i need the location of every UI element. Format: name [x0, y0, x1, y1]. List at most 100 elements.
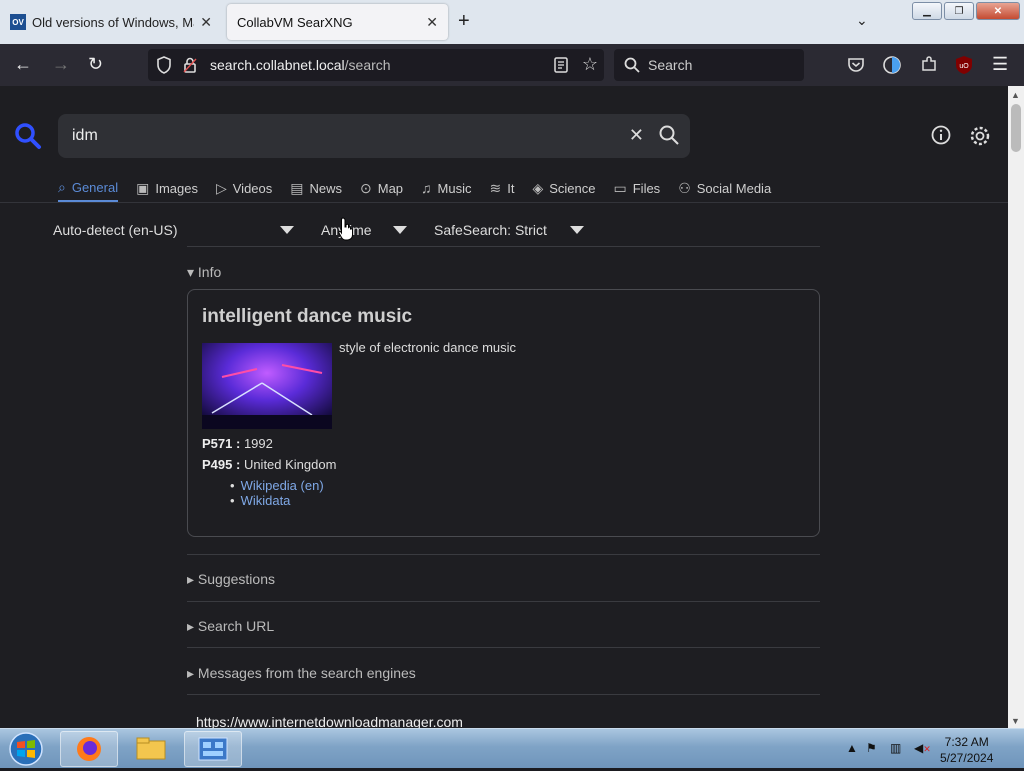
account-icon[interactable] — [882, 55, 902, 75]
category-music[interactable]: ♫ Music — [421, 174, 471, 202]
search-query: idm — [72, 127, 98, 144]
reader-view-icon[interactable] — [554, 57, 568, 73]
triangle-right-icon: ▸ — [187, 571, 198, 587]
layers-icon: ≋ — [489, 179, 502, 196]
scroll-down-icon[interactable]: ▼ — [1011, 716, 1020, 726]
divider — [187, 554, 820, 555]
tab-collabvm-searxng[interactable]: CollabVM SearXNG ✕ — [227, 4, 448, 40]
taskbar-clock[interactable]: 7:32 AM 5/27/2024 — [940, 734, 993, 766]
hand-cursor-icon — [338, 217, 353, 241]
volume-muted-icon[interactable]: ◀✕ — [914, 741, 931, 755]
engine-messages-toggle[interactable]: ▸ Messages from the search engines — [187, 665, 416, 682]
chevron-down-icon[interactable] — [393, 226, 407, 234]
suggestions-toggle[interactable]: ▸ Suggestions — [187, 571, 275, 588]
infobox-property: P495 : United Kingdom — [202, 457, 337, 472]
search-url-toggle[interactable]: ▸ Search URL — [187, 618, 274, 635]
taskbar-firefox[interactable] — [60, 731, 118, 767]
close-window-button[interactable]: ✕ — [976, 2, 1020, 20]
search-icon — [624, 57, 640, 73]
newspaper-icon: ▤ — [290, 179, 304, 196]
folder-icon — [136, 737, 166, 760]
forward-icon[interactable]: → — [52, 54, 70, 75]
bookmark-star-icon[interactable]: ☆ — [582, 54, 598, 75]
search-icon: ⌕ — [58, 178, 66, 195]
search-placeholder: Search — [648, 57, 693, 73]
tab-title: CollabVM SearXNG — [237, 14, 353, 30]
chevron-down-icon[interactable] — [570, 226, 584, 234]
new-tab-icon[interactable]: + — [458, 10, 470, 33]
wikidata-link[interactable]: • Wikidata — [230, 493, 324, 508]
category-images[interactable]: ▣ Images — [136, 174, 198, 202]
network-icon[interactable]: ▥ — [890, 741, 901, 755]
searxng-page: idm ✕ ⌕ General ▣ Images ▷ Videos ▤ News ⊙ Ma… — [0, 86, 1008, 728]
archive-icon: ▭ — [613, 179, 627, 196]
info-icon[interactable] — [931, 125, 951, 145]
people-icon: ⚇ — [678, 179, 691, 196]
shield-icon[interactable] — [156, 56, 172, 74]
start-orb-icon[interactable] — [6, 731, 46, 767]
safesearch-select[interactable]: SafeSearch: Strict — [434, 222, 547, 238]
category-social-media[interactable]: ⚇ Social Media — [678, 174, 771, 202]
wikipedia-link[interactable]: • Wikipedia (en) — [230, 478, 324, 493]
triangle-right-icon: ▸ — [187, 665, 198, 681]
clear-search-icon[interactable]: ✕ — [629, 125, 644, 146]
extensions-puzzle-icon[interactable] — [920, 55, 938, 73]
minimize-button[interactable]: ▁ — [912, 2, 942, 20]
firefox-icon — [77, 737, 101, 761]
infobox-image[interactable] — [202, 343, 332, 429]
show-hidden-icons-icon[interactable]: ▲ — [846, 741, 858, 755]
address-bar[interactable]: search.collabnet.local/search ☆ — [148, 49, 604, 81]
tab-title: Old versions of Windows, Mac — [32, 14, 195, 30]
result-url[interactable]: https://www.internetdownloadmanager.com — [196, 714, 463, 728]
infobox-links: • Wikipedia (en) • Wikidata — [230, 478, 324, 508]
search-input[interactable]: idm ✕ — [58, 114, 690, 158]
tab-strip: OV Old versions of Windows, Mac ✕ Collab… — [0, 0, 1024, 44]
info-section-toggle[interactable]: ▾ Info — [187, 264, 221, 281]
language-select[interactable]: Auto-detect (en-US) — [53, 222, 178, 238]
windows-taskbar: ▲ ⚑ ▥ ◀✕ 7:32 AM 5/27/2024 — [0, 728, 1024, 768]
scroll-up-icon[interactable]: ▲ — [1011, 90, 1020, 100]
category-map[interactable]: ⊙ Map — [360, 174, 403, 202]
page-scrollbar[interactable]: ▲ ▼ — [1008, 86, 1024, 728]
triangle-right-icon: ▸ — [187, 618, 198, 634]
music-icon: ♫ — [421, 180, 432, 196]
chevron-down-icon[interactable] — [280, 226, 294, 234]
tab-close-icon[interactable]: ✕ — [426, 14, 438, 31]
tab-old-versions[interactable]: OV Old versions of Windows, Mac ✕ — [0, 4, 222, 40]
category-files[interactable]: ▭ Files — [614, 174, 661, 202]
action-center-flag-icon[interactable]: ⚑ — [866, 741, 877, 755]
window-controls: ▁ ❐ ✕ — [912, 2, 1020, 20]
reload-icon[interactable]: ↻ — [88, 54, 103, 75]
browser-search-field[interactable]: Search — [614, 49, 804, 81]
scrollbar-thumb[interactable] — [1011, 104, 1021, 152]
taskbar-explorer[interactable] — [122, 731, 180, 767]
category-science[interactable]: ◈ Science — [532, 174, 595, 202]
back-icon[interactable]: ← — [14, 54, 32, 75]
ublock-origin-icon[interactable]: uO — [954, 55, 974, 75]
triangle-down-icon: ▾ — [187, 264, 198, 280]
tab-close-icon[interactable]: ✕ — [200, 14, 212, 31]
divider — [187, 694, 820, 695]
searxng-logo-icon[interactable] — [14, 122, 42, 150]
divider — [187, 246, 820, 247]
settings-gear-icon[interactable] — [969, 125, 991, 147]
infobox-description: style of electronic dance music — [339, 340, 517, 355]
map-pin-icon: ⊙ — [360, 179, 372, 196]
pocket-icon[interactable] — [847, 56, 865, 74]
category-it[interactable]: ≋ It — [490, 174, 515, 202]
lock-icon[interactable] — [182, 56, 198, 74]
graduation-icon: ◈ — [532, 179, 544, 196]
divider — [187, 601, 820, 602]
app-menu-icon[interactable]: ☰ — [992, 54, 1008, 75]
category-videos[interactable]: ▷ Videos — [216, 174, 272, 202]
control-panel-icon — [198, 737, 228, 761]
svg-text:uO: uO — [959, 63, 969, 70]
category-general[interactable]: ⌕ General — [58, 174, 119, 202]
maximize-button[interactable]: ❐ — [944, 2, 974, 20]
taskbar-control-panel[interactable] — [184, 731, 242, 767]
image-icon: ▣ — [136, 179, 150, 196]
search-submit-icon[interactable] — [658, 124, 680, 146]
list-all-tabs-icon[interactable]: ⌄ — [856, 12, 868, 29]
divider — [187, 647, 820, 648]
category-news[interactable]: ▤ News — [290, 174, 342, 202]
